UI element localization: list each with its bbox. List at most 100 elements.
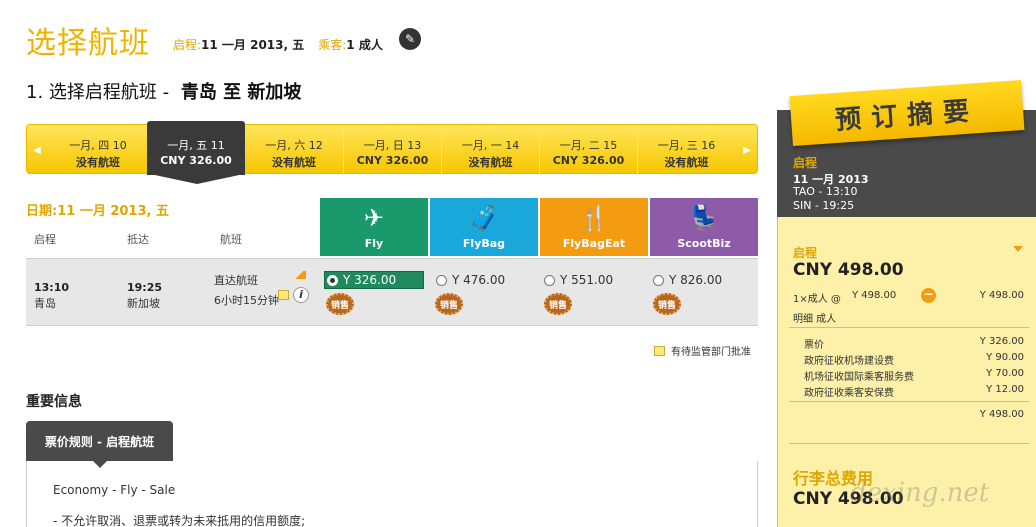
step-text: 选择启程航班 -: [48, 82, 170, 103]
fare-tab-label: ScootBiz: [677, 237, 731, 250]
pax-price: Y 498.00: [852, 290, 897, 301]
seat-icon: 💺: [689, 204, 719, 232]
date-cell-10[interactable]: 一月, 四 10 没有航班: [49, 125, 147, 175]
arr-time: 19:25: [127, 281, 163, 294]
next-week-button[interactable]: ▶: [737, 125, 757, 175]
divider: [789, 401, 1029, 402]
trip-meta: 启程:11 一月 2013, 五 乘客:1 成人: [173, 36, 383, 53]
fare-tab-scootbiz[interactable]: 💺 ScootBiz: [650, 198, 758, 256]
breakdown-label: 政府征收乘客安保费: [804, 388, 894, 399]
pax-label: 乘客:: [318, 38, 347, 52]
col-arrive: 抵达: [127, 233, 149, 246]
date-cell-price: 没有航班: [664, 156, 709, 169]
date-cell-price: 没有航班: [468, 156, 513, 169]
breakdown-value: Y 326.00: [979, 336, 1024, 347]
summary-depart-title: 启程: [793, 156, 818, 170]
prev-week-button[interactable]: ◀: [27, 125, 47, 175]
watermark: dexing.net: [850, 478, 990, 508]
date-cell-date: 一月, 五 11: [167, 139, 225, 152]
note-icon: [654, 345, 665, 356]
date-cell-date: 一月, 四 10: [69, 139, 127, 152]
pending-approval-note: 有待监管部门批准: [654, 343, 751, 358]
fare-option-flybageat[interactable]: Y 551.00: [542, 271, 613, 289]
fare-price: Y 326.00: [343, 273, 397, 287]
date-cell-12[interactable]: 一月, 六 12 没有航班: [245, 125, 343, 175]
divider: [789, 443, 1029, 444]
date-cell-price: 没有航班: [272, 156, 316, 169]
fare-tab-flybageat[interactable]: 🍴 FlyBagEat: [540, 198, 648, 256]
fare-tab-label: FlyBagEat: [562, 237, 626, 250]
flight-type: 直达航班: [214, 274, 258, 287]
page-title: 选择航班: [26, 26, 150, 61]
note-icon: [278, 290, 289, 300]
step-number: 1.: [26, 82, 44, 103]
fare-tab-fly[interactable]: ✈ Fly: [320, 198, 428, 256]
radio-icon: [544, 274, 555, 286]
flight-row: 13:10 青岛 19:25 新加坡 直达航班 6小时15分钟 i Y 326.…: [26, 258, 758, 326]
route: 青岛 至 新加坡: [180, 82, 302, 103]
meal-icon: 🍴: [579, 204, 609, 232]
chevron-left-icon: ◀: [33, 144, 41, 156]
fare-option-flybag[interactable]: Y 476.00: [434, 271, 505, 289]
important-info-heading: 重要信息: [26, 394, 82, 410]
sale-badge: 销售: [544, 293, 572, 315]
detail-label: 明细 成人: [793, 314, 837, 325]
info-icon[interactable]: i: [293, 287, 309, 303]
dep-city: 青岛: [34, 297, 56, 310]
sale-badge: 销售: [435, 293, 463, 315]
depart-label: 启程:: [173, 38, 202, 52]
date-cell-13[interactable]: 一月, 日 13 CNY 326.00: [343, 125, 441, 175]
plane-icon: ✈: [363, 204, 385, 232]
sale-badge: 销售: [653, 293, 681, 315]
date-cell-price: 没有航班: [76, 156, 120, 169]
date-cell-price: CNY 326.00: [552, 154, 625, 167]
date-cell-16[interactable]: 一月, 三 16 没有航班: [637, 125, 735, 175]
sale-badge: 销售: [326, 293, 354, 315]
breakdown-label: 政府征收机场建设费: [804, 356, 894, 367]
date-cell-date: 一月, 日 13: [363, 139, 422, 152]
radio-icon: [436, 274, 447, 286]
breakdown-value: Y 70.00: [986, 368, 1024, 379]
fare-tab-flybag[interactable]: 🧳 FlyBag: [430, 198, 538, 256]
dep-time: 13:10: [34, 281, 70, 294]
date-cell-14[interactable]: 一月, 一 14 没有航班: [441, 125, 539, 175]
active-date-pointer: [150, 174, 244, 184]
fare-option-scootbiz[interactable]: Y 826.00: [651, 271, 722, 289]
pax-value: 1 成人: [346, 38, 383, 52]
fare-tab-label: FlyBag: [462, 237, 506, 250]
edit-icon[interactable]: ✎: [399, 28, 421, 50]
date-cell-price: CNY 326.00: [356, 154, 429, 167]
breakdown-value: Y 12.00: [986, 384, 1024, 395]
fare-option-fly[interactable]: Y 326.00: [324, 271, 424, 289]
fare-rules-tab[interactable]: 票价规则 - 启程航班: [26, 421, 173, 461]
date-cell-11[interactable]: 一月, 五 11 CNY 326.00: [147, 121, 245, 175]
radio-icon: [653, 274, 664, 286]
chevron-right-icon: ▶: [743, 144, 751, 156]
breakdown-total: Y 498.00: [979, 409, 1024, 420]
luggage-icon: 🧳: [469, 204, 499, 232]
date-cell-date: 一月, 一 14: [461, 139, 520, 152]
col-flight: 航班: [220, 233, 242, 246]
rule-line: - 不允许取消、退票或转为未来抵用的信用额度;: [53, 514, 306, 527]
pax-line: 1×成人 @: [793, 294, 841, 305]
date-strip: ◀ 一月, 四 10 没有航班 一月, 五 11 CNY 326.00 一月, 六 …: [26, 121, 758, 175]
chevron-down-icon[interactable]: [1013, 246, 1023, 252]
date-cell-15[interactable]: 一月, 二 15 CNY 326.00: [539, 125, 637, 175]
step-title: 1. 选择启程航班 - 青岛 至 新加坡: [26, 78, 301, 104]
pending-text: 有待监管部门批准: [671, 347, 751, 358]
fare-price: Y 826.00: [669, 273, 723, 287]
date-cell-date: 一月, 六 12: [265, 139, 323, 152]
divider: [789, 327, 1029, 328]
breakdown-label: 机场征收国际乘客服务费: [804, 372, 914, 383]
fare-price: Y 551.00: [560, 273, 614, 287]
date-cell-price: CNY 326.00: [160, 154, 232, 167]
remove-icon[interactable]: −: [921, 288, 936, 303]
breakdown-value: Y 90.00: [986, 352, 1024, 363]
breakdown-label: 票价: [804, 340, 824, 351]
fare-price: Y 476.00: [452, 273, 506, 287]
pax-total: Y 498.00: [979, 290, 1024, 301]
date-label: 日期:11 一月 2013, 五: [26, 204, 169, 219]
summary-arr: SIN - 19:25: [793, 199, 855, 212]
date-cell-date: 一月, 三 16: [657, 139, 716, 152]
rule-line: Economy - Fly - Sale: [53, 483, 176, 497]
